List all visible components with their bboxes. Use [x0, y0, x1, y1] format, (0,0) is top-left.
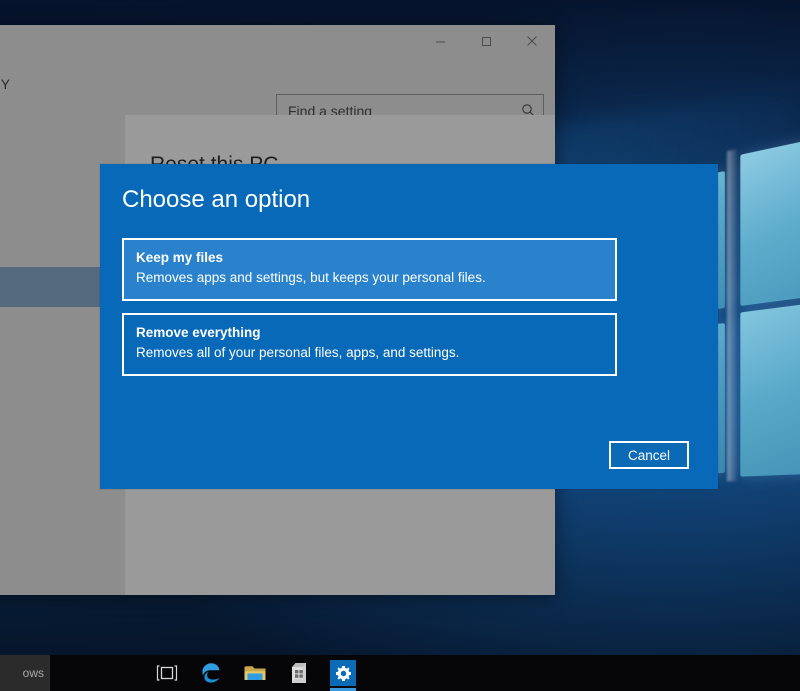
microsoft-store-button[interactable]: [277, 655, 321, 691]
taskbar-search-text: ows: [23, 666, 44, 680]
option-description: Removes all of your personal files, apps…: [136, 343, 603, 363]
taskbar-icons: [145, 655, 365, 691]
option-description: Removes apps and settings, but keeps you…: [136, 268, 603, 288]
edge-browser-button[interactable]: [189, 655, 233, 691]
option-title: Remove everything: [136, 324, 603, 342]
dialog-title: Choose an option: [122, 186, 310, 214]
taskbar-search-box[interactable]: ows: [0, 655, 50, 691]
task-view-button[interactable]: [145, 655, 189, 691]
minimize-button[interactable]: [417, 25, 463, 57]
logo-pane-bottom-right: [740, 291, 800, 477]
settings-gear-icon: [330, 660, 356, 686]
maximize-button[interactable]: [463, 25, 509, 57]
option-remove-everything[interactable]: Remove everything Removes all of your pe…: [122, 313, 617, 376]
microsoft-store-icon: [286, 660, 312, 686]
file-explorer-icon: [242, 660, 268, 686]
page-title: TY: [0, 77, 10, 92]
file-explorer-button[interactable]: [233, 655, 277, 691]
taskbar: ows: [0, 655, 800, 691]
window-controls: [417, 25, 555, 57]
cancel-button[interactable]: Cancel: [609, 441, 689, 469]
option-title: Keep my files: [136, 249, 603, 267]
close-button[interactable]: [509, 25, 555, 57]
task-view-icon: [154, 660, 180, 686]
choose-an-option-dialog: Choose an option Keep my files Removes a…: [100, 164, 718, 489]
screen: TY Find a setting: [0, 0, 800, 691]
edge-browser-icon: [198, 660, 224, 686]
settings-header: TY Find a setting: [0, 57, 555, 115]
settings-taskbar-button[interactable]: [321, 655, 365, 691]
window-titlebar[interactable]: [0, 25, 555, 57]
option-keep-my-files[interactable]: Keep my files Removes apps and settings,…: [122, 238, 617, 301]
option-list: Keep my files Removes apps and settings,…: [122, 238, 617, 388]
logo-streak-middle: [727, 149, 737, 481]
